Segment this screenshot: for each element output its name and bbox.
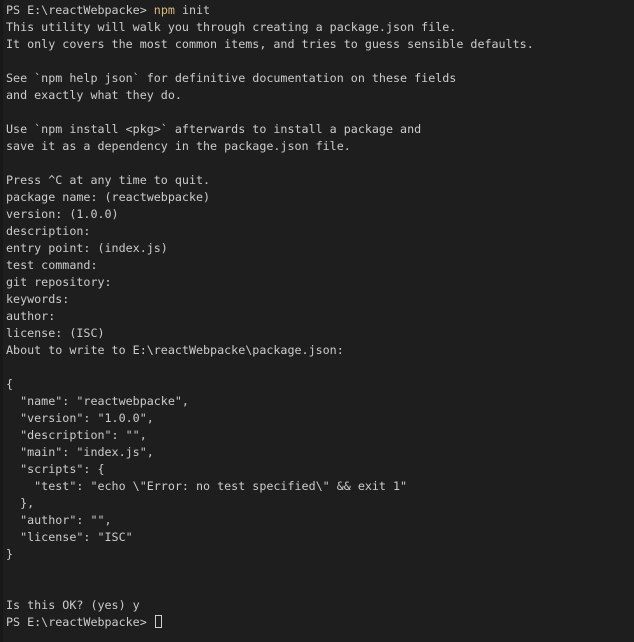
shell-prompt: PS E:\reactWebpacke> bbox=[6, 3, 154, 17]
terminal-line: Use `npm install <pkg>` afterwards to in… bbox=[6, 121, 634, 138]
terminal-line-text: }, bbox=[6, 496, 35, 510]
terminal-line: test command: bbox=[6, 257, 634, 274]
terminal-line: save it as a dependency in the package.j… bbox=[6, 138, 634, 155]
terminal-line: and exactly what they do. bbox=[6, 87, 634, 104]
terminal-line-text: package name: (reactwebpacke) bbox=[6, 190, 211, 204]
terminal-line-text: test command: bbox=[6, 258, 98, 272]
terminal-line: See `npm help json` for definitive docum… bbox=[6, 70, 634, 87]
terminal-line: "name": "reactwebpacke", bbox=[6, 393, 634, 410]
terminal-line-text: "main": "index.js", bbox=[6, 445, 154, 459]
terminal-line-text: Press ^C at any time to quit. bbox=[6, 173, 211, 187]
terminal-line: keywords: bbox=[6, 291, 634, 308]
command-name: npm bbox=[153, 3, 175, 17]
terminal-line: PS E:\reactWebpacke> npm init bbox=[6, 2, 634, 19]
terminal-line-text: About to write to E:\reactWebpacke\packa… bbox=[6, 343, 344, 357]
terminal-line: Press ^C at any time to quit. bbox=[6, 172, 634, 189]
terminal-line: "description": "", bbox=[6, 427, 634, 444]
terminal-line: "main": "index.js", bbox=[6, 444, 634, 461]
terminal-line: version: (1.0.0) bbox=[6, 206, 634, 223]
terminal-line-text: { bbox=[6, 377, 14, 391]
terminal-line: entry point: (index.js) bbox=[6, 240, 634, 257]
terminal-output-buffer[interactable]: PS E:\reactWebpacke> npm init This utilit… bbox=[6, 2, 634, 631]
terminal-line-text: save it as a dependency in the package.j… bbox=[6, 139, 351, 153]
terminal-line-text: Is this OK? (yes) y bbox=[6, 598, 140, 612]
terminal-line-text: version: (1.0.0) bbox=[6, 207, 119, 221]
terminal-left-gutter bbox=[0, 0, 3, 642]
terminal-line: git repository: bbox=[6, 274, 634, 291]
terminal-line-text: "description": "", bbox=[6, 428, 147, 442]
terminal-line-text: entry point: (index.js) bbox=[6, 241, 168, 255]
terminal-line: "author": "", bbox=[6, 512, 634, 529]
terminal-line: author: bbox=[6, 308, 634, 325]
terminal-line: }, bbox=[6, 495, 634, 512]
terminal-line: About to write to E:\reactWebpacke\packa… bbox=[6, 342, 634, 359]
terminal-line-text: and exactly what they do. bbox=[6, 88, 182, 102]
terminal-line: "test": "echo \"Error: no test specified… bbox=[6, 478, 634, 495]
terminal-line: { bbox=[6, 376, 634, 393]
terminal-line-text: "name": "reactwebpacke", bbox=[6, 394, 189, 408]
terminal-line: "scripts": { bbox=[6, 461, 634, 478]
terminal-line-text: author: bbox=[6, 309, 56, 323]
terminal-line: } bbox=[6, 546, 634, 563]
text-cursor[interactable] bbox=[154, 615, 162, 628]
terminal-line: description: bbox=[6, 223, 634, 240]
terminal-line: This utility will walk you through creat… bbox=[6, 19, 634, 36]
terminal-line-text: description: bbox=[6, 224, 91, 238]
terminal-line: "license": "ISC" bbox=[6, 529, 634, 546]
terminal-line: PS E:\reactWebpacke> bbox=[6, 614, 634, 631]
terminal-line-text: "test": "echo \"Error: no test specified… bbox=[6, 479, 408, 493]
terminal-line-text: "version": "1.0.0", bbox=[6, 411, 154, 425]
terminal-line-text: This utility will walk you through creat… bbox=[6, 20, 457, 34]
shell-prompt: PS E:\reactWebpacke> bbox=[6, 615, 154, 629]
terminal-line-text: "scripts": { bbox=[6, 462, 105, 476]
terminal-line: "version": "1.0.0", bbox=[6, 410, 634, 427]
terminal-window[interactable]: PS E:\reactWebpacke> npm init This utilit… bbox=[0, 0, 634, 642]
terminal-line-text: git repository: bbox=[6, 275, 112, 289]
terminal-line: Is this OK? (yes) y bbox=[6, 597, 634, 614]
terminal-line-text: It only covers the most common items, an… bbox=[6, 37, 534, 51]
terminal-line-text: Use `npm install <pkg>` afterwards to in… bbox=[6, 122, 422, 136]
terminal-line-text: keywords: bbox=[6, 292, 70, 306]
terminal-line-text: "author": "", bbox=[6, 513, 112, 527]
terminal-line: license: (ISC) bbox=[6, 325, 634, 342]
terminal-line-text: See `npm help json` for definitive docum… bbox=[6, 71, 457, 85]
terminal-line: It only covers the most common items, an… bbox=[6, 36, 634, 53]
terminal-line-text: } bbox=[6, 547, 14, 561]
terminal-line: package name: (reactwebpacke) bbox=[6, 189, 634, 206]
terminal-line-text: "license": "ISC" bbox=[6, 530, 133, 544]
command-args: init bbox=[174, 3, 211, 17]
terminal-line-text: license: (ISC) bbox=[6, 326, 105, 340]
